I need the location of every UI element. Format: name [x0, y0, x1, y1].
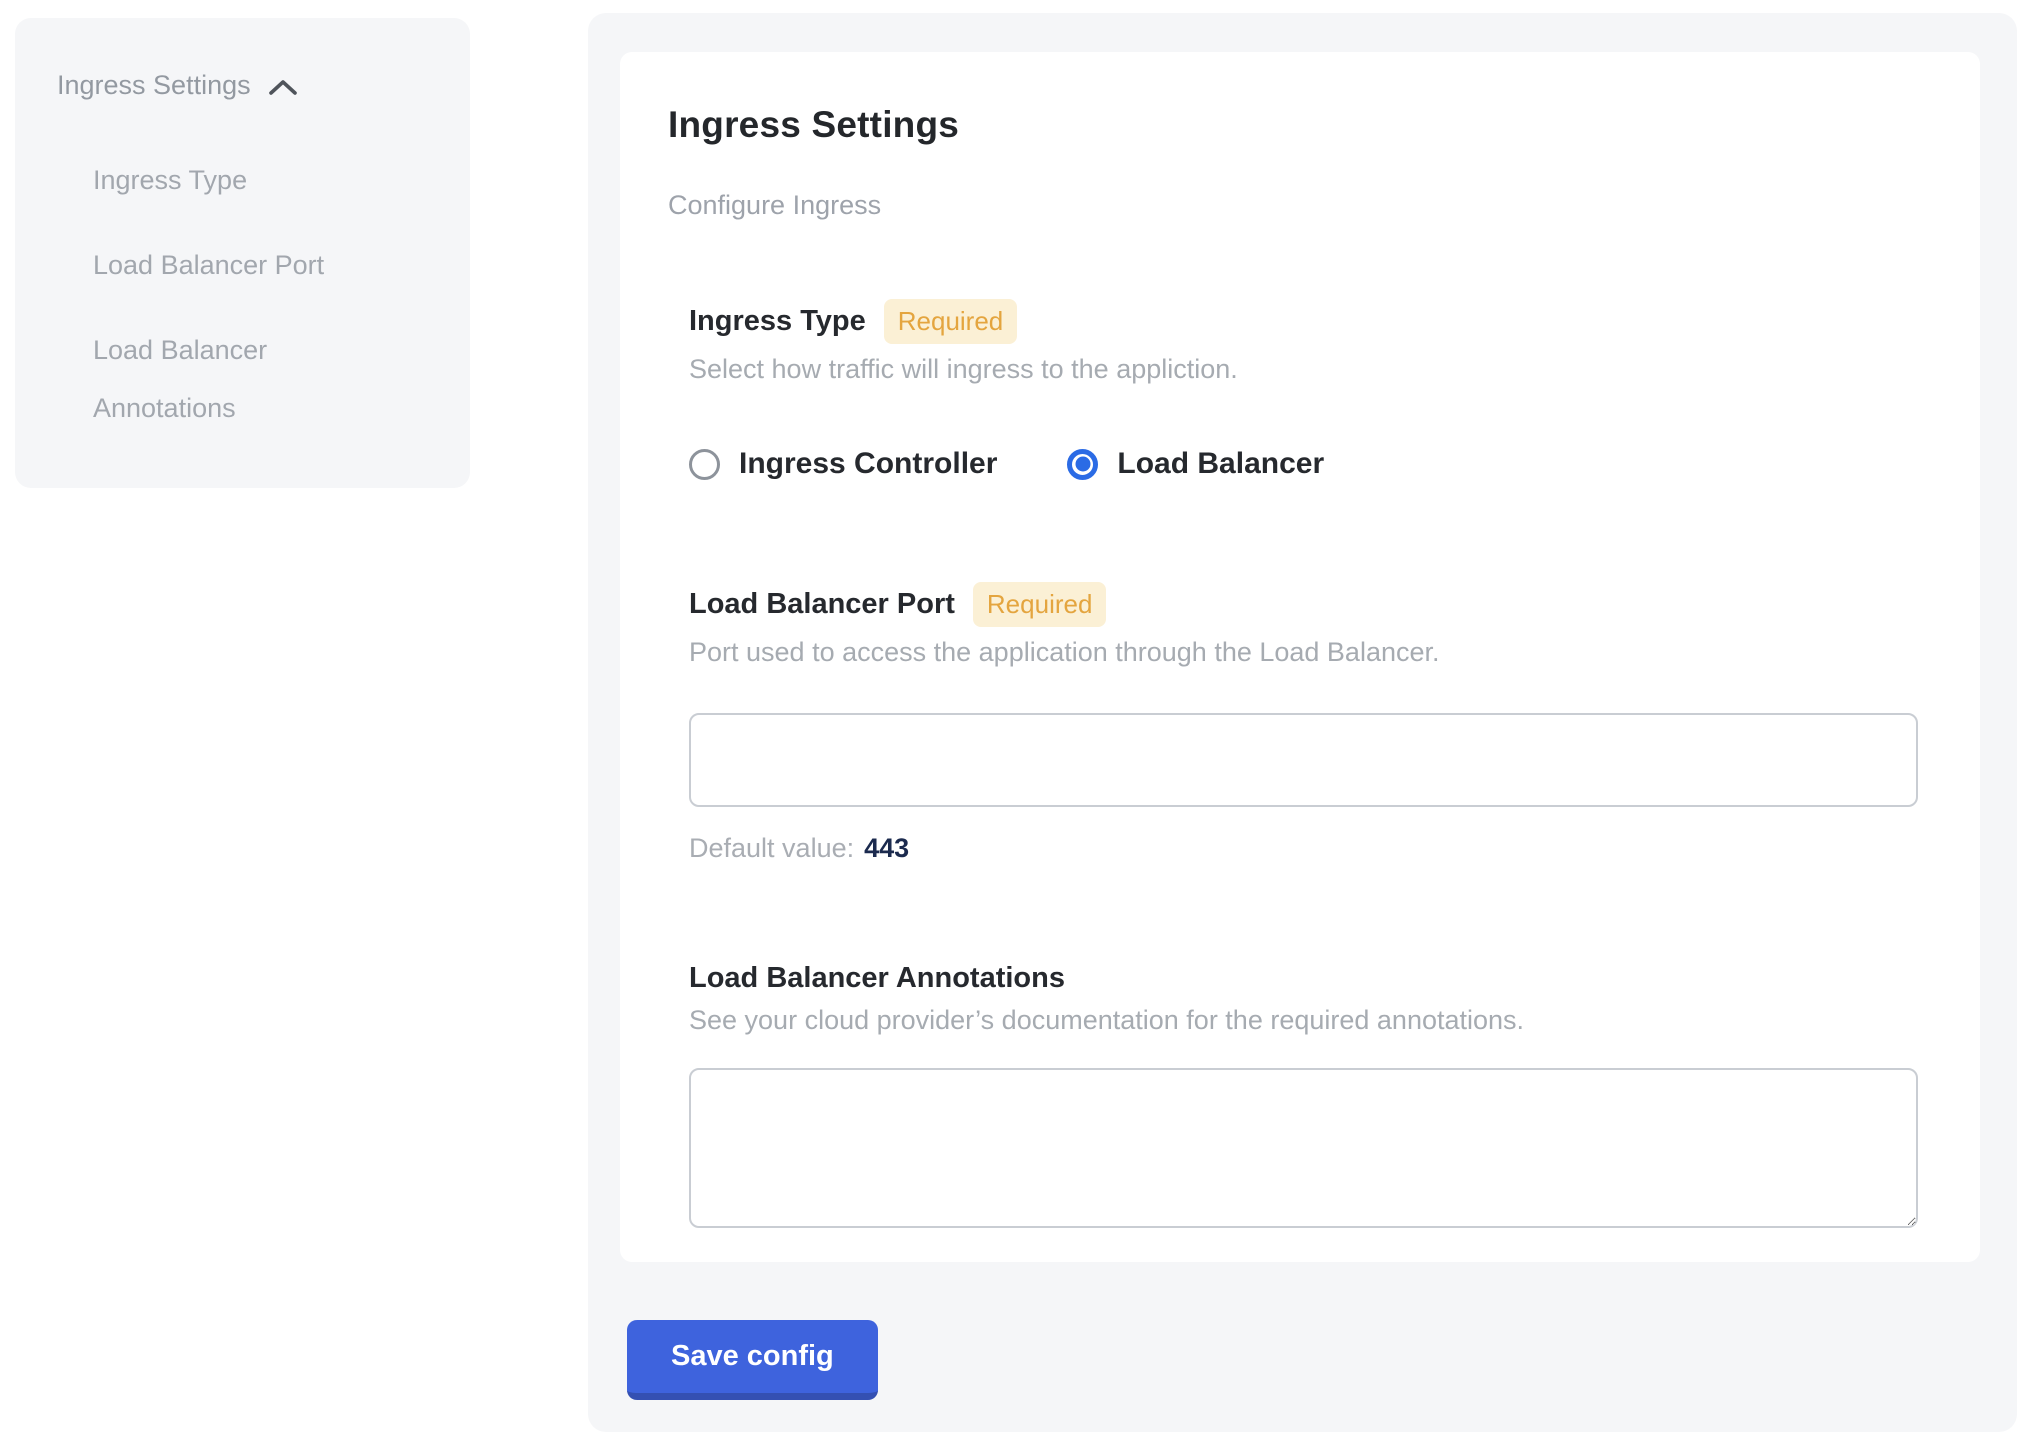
radio-circle-icon: [689, 449, 720, 480]
radio-load-balancer-label: Load Balancer: [1117, 447, 1324, 481]
load-balancer-annotations-label: Load Balancer Annotations: [689, 962, 1065, 995]
radio-load-balancer[interactable]: Load Balancer: [1067, 447, 1324, 481]
default-value-label: Default value:: [689, 833, 854, 863]
page-title: Ingress Settings: [668, 104, 1916, 146]
sidebar-item-ingress-type[interactable]: Ingress Type: [93, 151, 403, 209]
ingress-type-description: Select how traffic will ingress to the a…: [689, 354, 1916, 385]
sidebar-item-load-balancer-port[interactable]: Load Balancer Port: [93, 236, 403, 294]
load-balancer-port-description: Port used to access the application thro…: [689, 637, 1916, 668]
main-panel: Ingress Settings Configure Ingress Ingre…: [588, 13, 2017, 1432]
radio-ingress-controller[interactable]: Ingress Controller: [689, 447, 997, 481]
default-value: 443: [864, 833, 909, 863]
section-load-balancer-port: Load Balancer Port Required Port used to…: [689, 582, 1916, 864]
load-balancer-port-label: Load Balancer Port: [689, 588, 955, 621]
load-balancer-annotations-textarea[interactable]: [689, 1068, 1918, 1228]
ingress-type-label: Ingress Type: [689, 305, 866, 338]
section-ingress-type: Ingress Type Required Select how traffic…: [689, 299, 1916, 481]
sidebar-item-list: Ingress Type Load Balancer Port Load Bal…: [57, 151, 428, 437]
ingress-settings-card: Ingress Settings Configure Ingress Ingre…: [620, 52, 1980, 1262]
page-subtitle: Configure Ingress: [668, 190, 1916, 221]
sidebar-group-ingress-settings[interactable]: Ingress Settings: [57, 70, 428, 101]
save-config-button[interactable]: Save config: [627, 1320, 878, 1400]
section-load-balancer-annotations: Load Balancer Annotations See your cloud…: [689, 962, 1916, 1228]
required-badge: Required: [884, 299, 1018, 344]
settings-sidebar: Ingress Settings Ingress Type Load Balan…: [15, 18, 470, 488]
load-balancer-annotations-description: See your cloud provider’s documentation …: [689, 1005, 1916, 1036]
radio-ingress-controller-label: Ingress Controller: [739, 447, 997, 481]
chevron-up-icon: [267, 77, 299, 99]
radio-circle-icon: [1067, 449, 1098, 480]
default-value-line: Default value: 443: [689, 833, 1916, 864]
sidebar-item-load-balancer-annotations[interactable]: Load Balancer Annotations: [93, 321, 403, 437]
load-balancer-port-input[interactable]: [689, 713, 1918, 807]
required-badge: Required: [973, 582, 1107, 627]
sidebar-group-label: Ingress Settings: [57, 70, 251, 101]
ingress-type-radio-group: Ingress Controller Load Balancer: [689, 447, 1916, 481]
